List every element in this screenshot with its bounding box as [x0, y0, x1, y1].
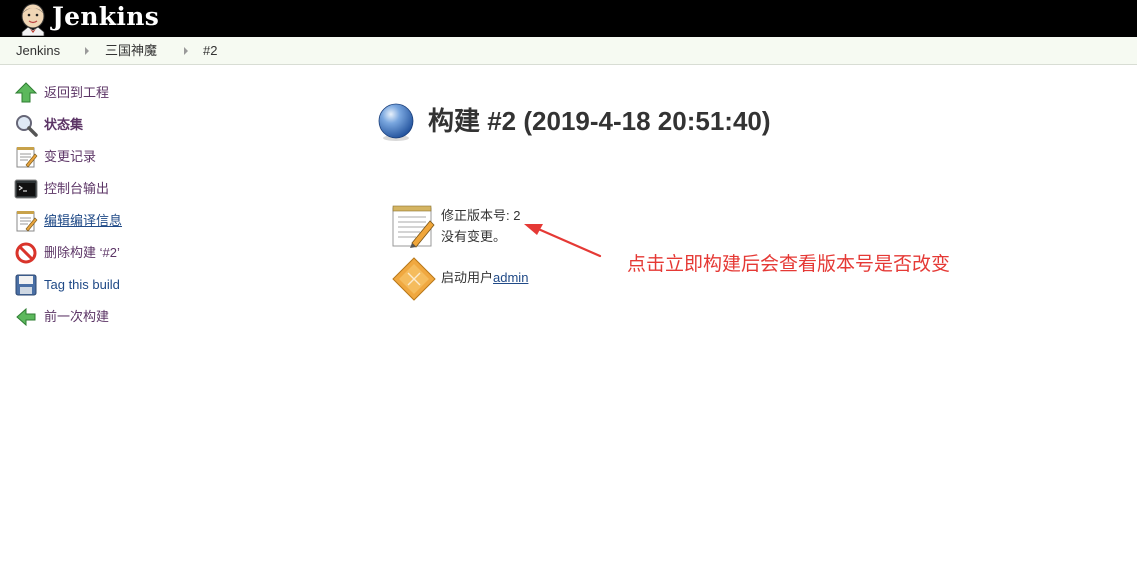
sidebar-item-label: 变更记录	[44, 149, 97, 164]
magnifier-icon	[16, 115, 38, 137]
breadcrumb-separator-icon[interactable]	[85, 47, 89, 55]
started-by-line: 启动用户admin	[441, 270, 528, 286]
annotation-arrow-icon	[524, 224, 602, 258]
revision-label: 修正版本号: 2	[441, 208, 521, 223]
notepad-edit-icon	[16, 211, 38, 232]
terminal-icon	[14, 179, 38, 199]
sidebar-item-label: 控制台输出	[44, 181, 110, 196]
sidebar-item-label: 删除构建 ‘#2’	[44, 245, 120, 260]
top-header: Jenkins	[0, 0, 1137, 37]
up-arrow-icon	[14, 82, 38, 103]
breadcrumb: Jenkins 三国神魔 #2	[0, 37, 1137, 65]
sidebar-item-label: Tag this build	[44, 277, 120, 292]
breadcrumb-separator-icon[interactable]	[184, 47, 188, 55]
sidebar-item-label: 编辑编译信息	[44, 213, 123, 228]
sidebar-item-label: 状态集	[44, 117, 84, 132]
brand-title[interactable]: Jenkins	[52, 2, 159, 32]
notepad-icon	[392, 205, 435, 248]
blue-ball-icon	[378, 103, 414, 141]
no-changes-text: 没有变更。	[441, 229, 507, 244]
started-by-prefix: 启动用户	[441, 270, 494, 285]
breadcrumb-jenkins[interactable]: Jenkins	[16, 43, 60, 59]
left-arrow-icon	[16, 307, 36, 327]
breadcrumb-build[interactable]: #2	[203, 43, 217, 59]
admin-user-link[interactable]: admin	[493, 270, 528, 285]
jenkins-butler-icon[interactable]	[16, 2, 50, 36]
annotation-text: 点击立即构建后会查看版本号是否改变	[627, 253, 951, 275]
no-entry-icon	[15, 242, 37, 264]
user-id-icon	[392, 257, 436, 301]
page-title: 构建 #2 (2019-4-18 20:51:40)	[428, 106, 771, 136]
sidebar-item-label: 返回到工程	[44, 85, 110, 100]
sidebar-item-label: 前一次构建	[44, 309, 110, 324]
notepad-icon	[16, 147, 38, 168]
breadcrumb-project[interactable]: 三国神魔	[105, 43, 157, 59]
save-icon	[15, 274, 37, 296]
